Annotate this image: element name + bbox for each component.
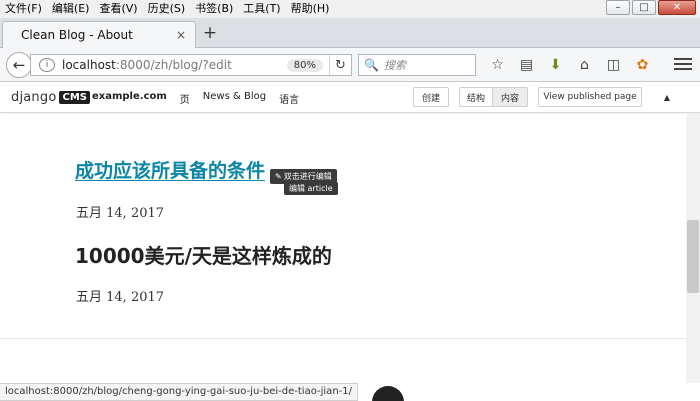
cms-menu-language[interactable]: 语言 bbox=[279, 91, 299, 106]
menu-edit[interactable]: 编辑(E) bbox=[47, 0, 95, 18]
bookmark-star-icon[interactable]: ☆ bbox=[483, 55, 512, 75]
reload-icon[interactable]: ↻ bbox=[329, 55, 351, 75]
url-host: localhost bbox=[62, 58, 116, 72]
back-arrow-icon: ← bbox=[12, 56, 26, 74]
post-date: 五月 14, 2017 bbox=[76, 290, 165, 305]
zoom-level[interactable]: 80% bbox=[286, 58, 323, 72]
cms-toolbar: django CMS example.com 页 News & Blog 语言 … bbox=[0, 82, 700, 113]
menu-history[interactable]: 历史(S) bbox=[143, 0, 191, 18]
tab-title: Clean Blog - About bbox=[21, 28, 133, 42]
close-window-button[interactable]: ✕ bbox=[658, 0, 696, 15]
search-box[interactable]: 🔍 搜索 bbox=[358, 54, 476, 76]
search-placeholder: 搜索 bbox=[383, 59, 406, 72]
maximize-button[interactable]: □ bbox=[632, 0, 656, 15]
url-bar[interactable]: i localhost:8000/zh/blog/?edit 80% ↻ bbox=[30, 54, 352, 76]
logo-text: django bbox=[11, 90, 57, 105]
cms-menu-news-blog[interactable]: News & Blog bbox=[203, 91, 266, 106]
edit-article-tooltip: 编辑 article bbox=[284, 182, 338, 195]
navigation-bar: ← i localhost:8000/zh/blog/?edit 80% ↻ 🔍… bbox=[0, 48, 700, 82]
logo-badge: CMS bbox=[59, 91, 90, 104]
toolbar-icons: ☆ ▤ ⬇ ⌂ ◫ ✿ bbox=[483, 55, 657, 75]
cms-menu: example.com 页 News & Blog 语言 bbox=[92, 91, 299, 106]
site-info-icon[interactable]: i bbox=[39, 58, 55, 72]
menu-bookmarks[interactable]: 书签(B) bbox=[190, 0, 238, 18]
view-published-group: View published page bbox=[538, 87, 642, 107]
mode-switch: 结构 内容 bbox=[459, 87, 528, 107]
download-icon[interactable]: ⬇ bbox=[541, 55, 570, 75]
content-button[interactable]: 内容 bbox=[493, 87, 528, 107]
menu-help[interactable]: 帮助(H) bbox=[286, 0, 335, 18]
django-cms-logo[interactable]: django CMS bbox=[11, 90, 90, 105]
pencil-icon: ✎ bbox=[275, 172, 282, 181]
url-path: :8000/zh/blog/?edit bbox=[115, 58, 232, 72]
view-published-button[interactable]: View published page bbox=[538, 87, 642, 107]
new-tab-button[interactable]: + bbox=[200, 23, 220, 43]
create-group: 创建 bbox=[413, 87, 449, 107]
status-bar-url: localhost:8000/zh/blog/cheng-gong-ying-g… bbox=[0, 383, 358, 401]
cms-menu-site[interactable]: example.com bbox=[92, 91, 167, 106]
page-content: 成功应该所具备的条件 ✎ 双击进行编辑 编辑 article 五月 14, 201… bbox=[0, 113, 686, 383]
search-icon: 🔍 bbox=[364, 58, 379, 72]
scrollbar-thumb[interactable] bbox=[687, 220, 699, 293]
tab-close-icon[interactable]: × bbox=[173, 28, 189, 42]
reading-list-icon[interactable]: ▤ bbox=[512, 55, 541, 75]
post-title[interactable]: 10000美元/天是这样炼成的 bbox=[75, 240, 332, 269]
menu-file[interactable]: 文件(F) bbox=[0, 0, 47, 18]
window-controls: – □ ✕ bbox=[606, 0, 696, 16]
tab-bar: Clean Blog - About × + bbox=[0, 18, 700, 48]
home-icon[interactable]: ⌂ bbox=[570, 55, 599, 75]
pocket-icon[interactable]: ◫ bbox=[599, 55, 628, 75]
floating-circle-button[interactable] bbox=[372, 386, 404, 401]
minimize-button[interactable]: – bbox=[606, 0, 630, 15]
tab-clean-blog-about[interactable]: Clean Blog - About × bbox=[2, 21, 196, 48]
create-button[interactable]: 创建 bbox=[413, 87, 449, 107]
url-text[interactable]: localhost:8000/zh/blog/?edit bbox=[62, 58, 287, 72]
tooltip-text: 双击进行编辑 bbox=[283, 172, 332, 181]
hamburger-menu-icon[interactable] bbox=[674, 56, 692, 72]
back-button[interactable]: ← bbox=[6, 52, 32, 78]
menu-bar: 文件(F) 编辑(E) 查看(V) 历史(S) 书签(B) 工具(T) 帮助(H… bbox=[0, 0, 700, 18]
content-divider bbox=[0, 338, 686, 339]
structure-button[interactable]: 结构 bbox=[459, 87, 493, 107]
menu-view[interactable]: 查看(V) bbox=[94, 0, 142, 18]
extension-icon[interactable]: ✿ bbox=[628, 55, 657, 75]
collapse-toolbar-icon[interactable]: ▲ bbox=[664, 93, 670, 102]
post-date: 五月 14, 2017 bbox=[76, 206, 165, 221]
menu-tools[interactable]: 工具(T) bbox=[238, 0, 285, 18]
cms-menu-page[interactable]: 页 bbox=[180, 91, 190, 106]
post-title-link[interactable]: 成功应该所具备的条件 bbox=[75, 156, 265, 183]
